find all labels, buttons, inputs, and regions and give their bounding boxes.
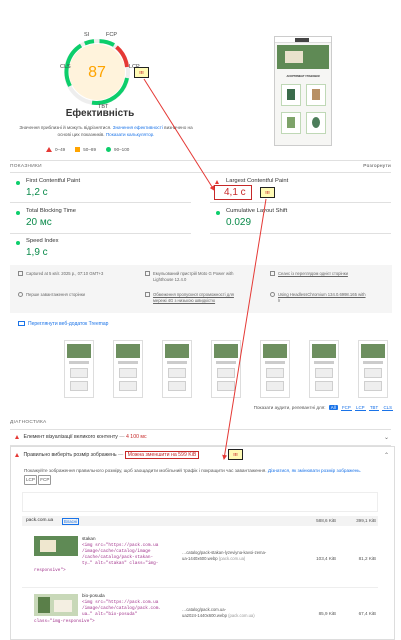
annotation-arrows bbox=[143, 78, 267, 460]
annotation-arrow-1 bbox=[143, 78, 215, 191]
annotation-arrow-2 bbox=[222, 198, 267, 460]
